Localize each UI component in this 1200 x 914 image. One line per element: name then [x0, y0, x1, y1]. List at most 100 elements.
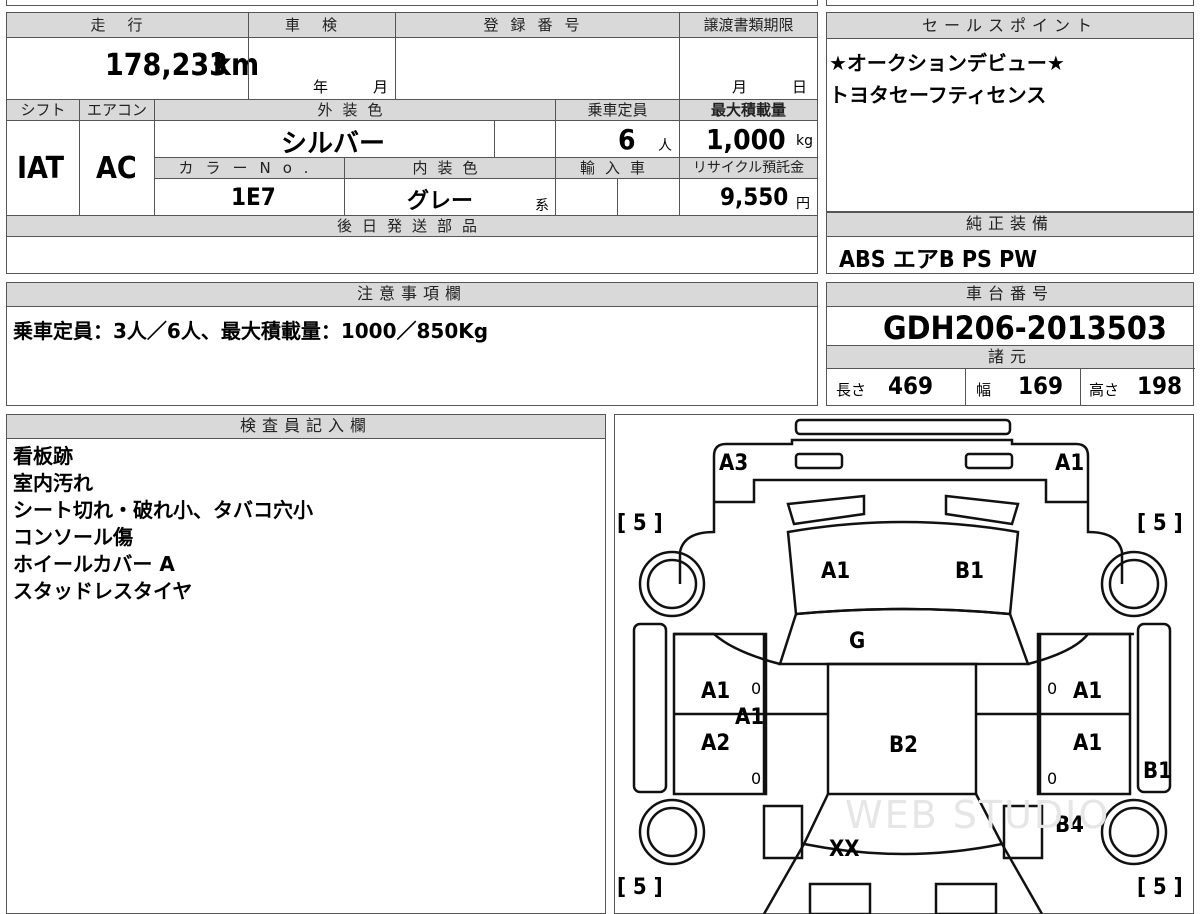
- equipment-header: 純正装備: [827, 213, 1193, 237]
- width-cell: 幅 169: [965, 368, 1081, 406]
- recycle-header: リサイクル預託金: [679, 157, 818, 179]
- chassis-panel: 車台番号 GDH206-2013503 諸元 長さ 469 幅 169 高さ 1…: [826, 282, 1195, 406]
- inspector-note: シート切れ・破れ小、タバコ穴小: [13, 498, 313, 522]
- import-cell-a: [555, 178, 618, 216]
- specs-header: 諸元: [827, 345, 1193, 369]
- import-header: 輸入車: [555, 157, 680, 179]
- max-load-value: 1,000: [706, 123, 786, 156]
- registration-cell: [395, 37, 680, 100]
- zero-mark: 0: [1047, 679, 1058, 698]
- zero-mark: 0: [751, 679, 762, 698]
- damage-code-left-mid: A1: [735, 705, 765, 730]
- shift-cell: IAT: [6, 120, 80, 216]
- width-value: 169: [1018, 372, 1064, 400]
- damage-code-right-side: B1: [1143, 759, 1172, 784]
- shaken-cell: 年 月: [248, 37, 396, 100]
- shift-value: IAT: [17, 151, 65, 186]
- mileage-header: 走行: [6, 12, 249, 38]
- color-no-header: カラーNo.: [154, 157, 345, 179]
- inspector-note: コンソール傷: [13, 525, 133, 549]
- length-cell: 長さ 469: [826, 368, 966, 406]
- damage-code-roof-left: A1: [821, 559, 851, 584]
- equipment-value: ABS エアB PS PW: [839, 247, 1038, 273]
- inspector-note: ホイールカバー A: [13, 552, 175, 576]
- inspector-note: 看板跡: [13, 444, 73, 468]
- chassis-header: 車台番号: [827, 283, 1193, 307]
- equipment-panel: 純正装備 ABS エアB PS PW: [826, 212, 1194, 274]
- zero-mark: 0: [751, 769, 762, 788]
- ac-value: AC: [96, 151, 137, 186]
- watermark: WEB STUDIO: [845, 793, 1111, 837]
- color-no-cell: 1E7: [154, 178, 345, 216]
- damage-code-floor: B2: [889, 733, 918, 758]
- length-label: 長さ: [836, 381, 867, 399]
- inspector-notes: 看板跡 室内汚れ シート切れ・破れ小、タバコ穴小 コンソール傷 ホイールカバー …: [13, 443, 313, 605]
- damage-code-rear-left: A3: [719, 451, 749, 476]
- damage-code-hood: XX: [829, 837, 860, 862]
- sales-point-line-1: ★オークションデビュー★: [829, 51, 1065, 75]
- sales-point-line-2: トヨタセーフティセンス: [829, 83, 1047, 107]
- capacity-header: 乗車定員: [555, 99, 680, 121]
- length-value: 469: [888, 372, 934, 400]
- damage-code-roof-right: B1: [955, 559, 984, 584]
- inspector-header: 検査員記入欄: [7, 415, 605, 439]
- height-label: 高さ: [1089, 381, 1120, 399]
- height-value: 198: [1137, 372, 1183, 400]
- exterior-color-value: シルバー: [281, 129, 386, 159]
- interior-color-cell: グレー 系: [344, 178, 556, 216]
- shaken-year: 年: [313, 78, 329, 96]
- capacity-unit: 人: [658, 138, 672, 154]
- damage-diagram-panel: [ 5 ] [ 5 ] [ 5 ] [ 5 ] A3 A1 A1 B1 G A1…: [614, 414, 1194, 914]
- caution-header: 注意事項欄: [7, 283, 817, 307]
- max-load-cell: 1,000 kg: [679, 120, 818, 158]
- capacity-cell: 6 人: [555, 120, 680, 158]
- car-diagram: [632, 418, 1172, 914]
- color-no-value: 1E7: [231, 183, 276, 211]
- caution-text: 乗車定員：3人／6人、最大積載量：1000／850Kg: [13, 319, 489, 343]
- damage-code-right-lower: A1: [1073, 731, 1103, 756]
- registration-header: 登録番号: [395, 12, 680, 38]
- exterior-color-extra: [494, 120, 556, 158]
- interior-color-value: グレー: [407, 189, 474, 214]
- mileage-cell: 178,233 km: [6, 37, 259, 100]
- sales-point-panel: セールスポイント ★オークションデビュー★ トヨタセーフティセンス: [826, 12, 1194, 212]
- transfer-month: 月: [732, 78, 748, 96]
- recycle-unit: 円: [796, 196, 810, 212]
- damage-code-left-lower: A2: [701, 731, 731, 756]
- tire-code-top-left: [ 5 ]: [617, 511, 663, 536]
- shaken-header: 車検: [248, 12, 396, 38]
- recycle-value: 9,550: [720, 183, 789, 211]
- zero-mark: 0: [1047, 769, 1058, 788]
- width-label: 幅: [976, 381, 992, 399]
- inspector-note: スタッドレスタイヤ: [13, 579, 193, 603]
- exterior-color-header: 外装色: [154, 99, 556, 121]
- interior-color-header: 内装色: [344, 157, 556, 179]
- ac-header: エアコン: [79, 99, 155, 121]
- exterior-color-cell: シルバー: [154, 120, 495, 159]
- max-load-unit: kg: [796, 133, 813, 149]
- interior-color-suffix: 系: [535, 198, 549, 214]
- ac-cell: AC: [79, 120, 155, 216]
- mileage-value: 178,233: [105, 48, 228, 83]
- later-parts-header: 後日発送部品: [6, 215, 818, 237]
- transfer-deadline-header: 譲渡書類期限: [679, 12, 818, 38]
- caution-panel: 注意事項欄 乗車定員：3人／6人、最大積載量：1000／850Kg: [6, 282, 818, 406]
- max-load-header: 最大積載量: [679, 99, 818, 121]
- top-strip-right: [826, 0, 1194, 6]
- damage-code-center: G: [849, 629, 866, 654]
- chassis-number: GDH206-2013503: [883, 309, 1167, 347]
- tire-code-bottom-left: [ 5 ]: [617, 875, 663, 900]
- transfer-cell: 月 日: [679, 37, 818, 100]
- tire-code-bottom-right: [ 5 ]: [1137, 875, 1183, 900]
- transfer-day: 日: [792, 78, 808, 96]
- height-cell: 高さ 198: [1080, 368, 1195, 406]
- tire-code-top-right: [ 5 ]: [1137, 511, 1183, 536]
- damage-code-left-upper: A1: [701, 679, 731, 704]
- inspector-note: 室内汚れ: [13, 471, 93, 495]
- damage-code-right-upper: A1: [1073, 679, 1103, 704]
- shaken-month: 月: [373, 78, 389, 96]
- later-parts-cell: [6, 236, 818, 274]
- import-cell-b: [617, 178, 680, 216]
- spec-table: 走行 車検 登録番号 譲渡書類期限 178,233 km 年 月 月 日 シフト…: [6, 12, 818, 274]
- sales-point-header: セールスポイント: [827, 13, 1193, 39]
